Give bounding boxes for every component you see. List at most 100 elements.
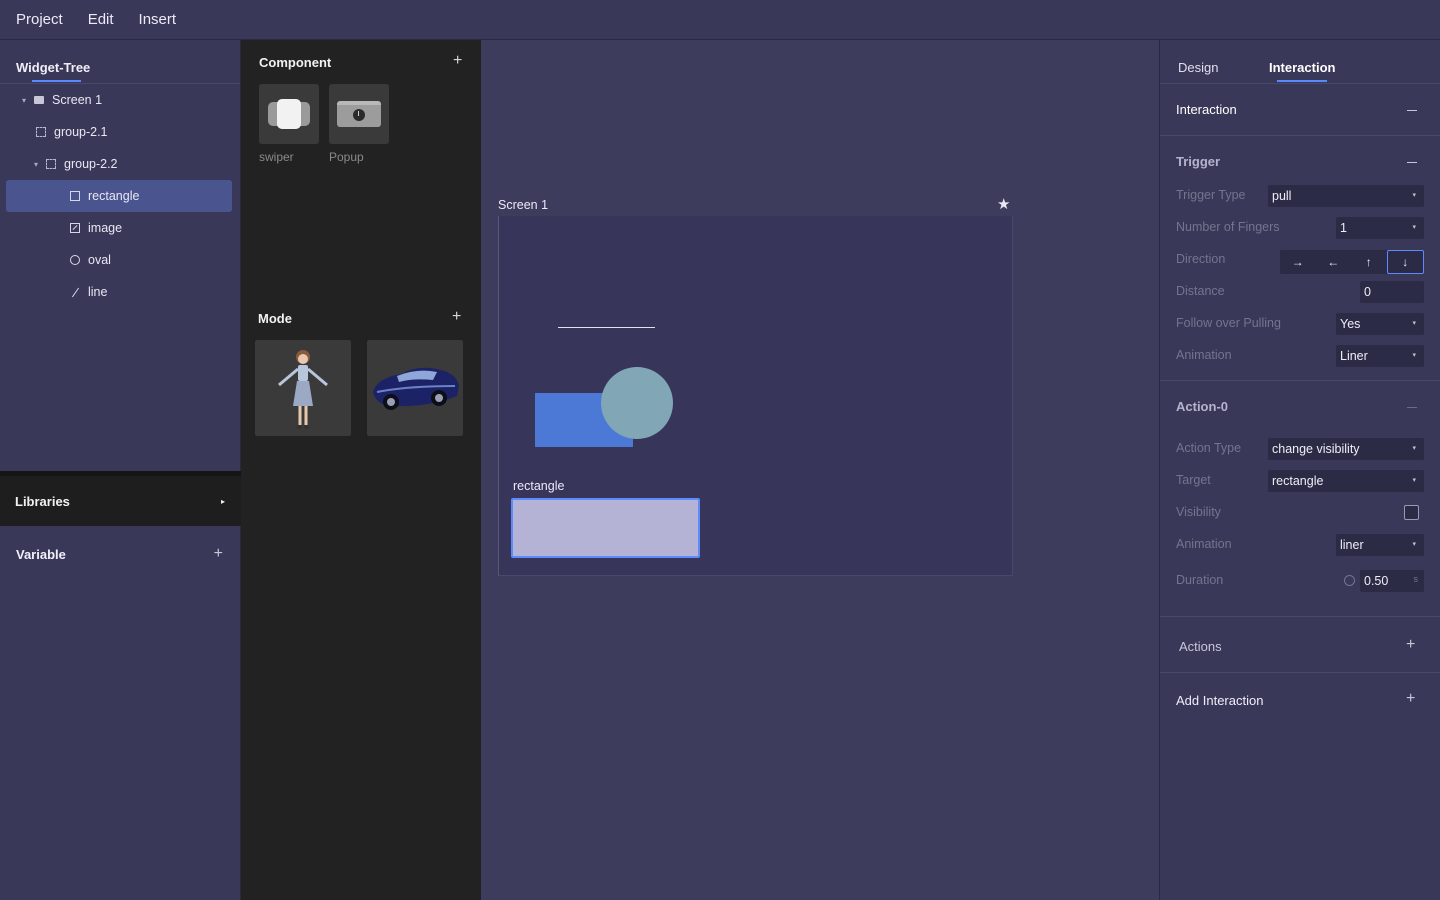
libraries-section[interactable]: Libraries ▸ — [0, 471, 241, 526]
canvas-oval[interactable] — [601, 367, 673, 439]
dropdown-arrow-icon: ▾ — [1412, 352, 1416, 359]
mode-character[interactable] — [255, 340, 351, 436]
variable-label: Variable — [16, 546, 66, 562]
action-type-label: Action Type — [1176, 441, 1242, 455]
component-swiper[interactable] — [259, 84, 319, 144]
dropdown-arrow-icon: ▾ — [1412, 320, 1416, 327]
trigger-type-label: Trigger Type — [1176, 188, 1246, 202]
car-model-icon — [373, 367, 459, 410]
action-type-value: change visibility — [1272, 442, 1360, 456]
duration-unit: s — [1413, 574, 1419, 584]
caret-down-icon[interactable]: ▾ — [22, 96, 32, 105]
action-animation-select[interactable]: liner ▾ — [1336, 534, 1424, 556]
add-action-icon[interactable]: + — [1406, 637, 1415, 653]
add-interaction-icon[interactable]: + — [1406, 691, 1415, 707]
expand-arrow-icon[interactable]: ▸ — [221, 497, 225, 506]
collapse-icon[interactable] — [1407, 110, 1417, 111]
menu-project[interactable]: Project — [16, 11, 63, 28]
widget-tree-title[interactable]: Widget-Tree — [16, 60, 90, 75]
action-type-select[interactable]: change visibility ▾ — [1268, 438, 1424, 460]
direction-left-button[interactable]: ← — [1316, 250, 1352, 274]
duration-value: 0.50 — [1364, 574, 1389, 588]
direction-up-button[interactable]: ↑ — [1351, 250, 1387, 274]
fingers-label: Number of Fingers — [1176, 220, 1280, 234]
follow-value: Yes — [1340, 317, 1361, 331]
swiper-icon — [268, 99, 310, 129]
trigger-animation-select[interactable]: Liner ▾ — [1336, 345, 1424, 367]
tab-interaction[interactable]: Interaction — [1269, 60, 1335, 75]
canvas-line[interactable] — [558, 327, 655, 328]
trigger-type-select[interactable]: pull ▾ — [1268, 185, 1424, 207]
tree-item-rectangle[interactable]: rectangle — [6, 180, 232, 212]
divider — [1160, 672, 1440, 673]
oval-icon — [68, 253, 82, 267]
star-icon[interactable]: ★ — [997, 195, 1010, 213]
distance-value: 0 — [1364, 285, 1371, 299]
widget-tree-header: Widget-Tree — [0, 40, 240, 84]
add-mode-icon[interactable]: + — [452, 308, 461, 326]
follow-label: Follow over Pulling — [1176, 316, 1281, 330]
tree-item-oval[interactable]: oval — [6, 244, 232, 276]
interaction-title: Interaction — [1176, 102, 1237, 117]
mode-car[interactable] — [367, 340, 463, 436]
tree-item-line[interactable]: line — [6, 276, 232, 308]
add-interaction-row[interactable]: Add Interaction + — [1160, 691, 1440, 711]
actions-row[interactable]: Actions + — [1160, 637, 1440, 657]
screen-label[interactable]: Screen 1 — [498, 198, 548, 212]
trigger-animation-value: Liner — [1340, 349, 1368, 363]
component-label: swiper — [259, 150, 294, 164]
target-label: Target — [1176, 473, 1211, 487]
interaction-section-header[interactable]: Interaction — [1160, 100, 1440, 120]
tree-item-label: oval — [88, 253, 111, 267]
follow-select[interactable]: Yes ▾ — [1336, 313, 1424, 335]
action-animation-value: liner — [1340, 538, 1364, 552]
caret-down-icon[interactable]: ▾ — [34, 160, 44, 169]
tree-item-group-2-1[interactable]: group-2.1 — [6, 116, 232, 148]
component-popup[interactable] — [329, 84, 389, 144]
tree-item-label: group-2.2 — [64, 157, 118, 171]
trigger-title: Trigger — [1176, 154, 1221, 169]
divider — [1160, 616, 1440, 617]
dropdown-arrow-icon: ▾ — [1412, 224, 1416, 231]
add-variable-icon[interactable]: + — [214, 546, 223, 562]
panel-tabs: Design Interaction — [1160, 40, 1440, 84]
duration-input[interactable]: 0.50 s — [1360, 570, 1424, 592]
visibility-checkbox[interactable] — [1404, 505, 1419, 520]
component-panel: Component + swiper Popup Mode + — [241, 40, 481, 900]
target-value: rectangle — [1272, 474, 1324, 488]
tree-item-image[interactable]: image — [6, 212, 232, 244]
tree-item-label: line — [88, 285, 108, 299]
variable-section: Variable + — [0, 542, 241, 566]
menu-edit[interactable]: Edit — [88, 11, 114, 28]
tab-design[interactable]: Design — [1178, 60, 1218, 75]
trigger-section-header[interactable]: Trigger — [1160, 152, 1440, 172]
component-label: Popup — [329, 150, 364, 164]
direction-down-button[interactable]: ↓ — [1386, 250, 1424, 274]
divider — [1160, 380, 1440, 381]
add-interaction-label: Add Interaction — [1176, 693, 1264, 708]
fingers-select[interactable]: 1 ▾ — [1336, 217, 1424, 239]
tree-item-group-2-2[interactable]: ▾ group-2.2 — [6, 148, 232, 180]
clock-icon — [1344, 575, 1355, 586]
character-model-icon — [278, 350, 328, 429]
tree-item-label: group-2.1 — [54, 125, 108, 139]
add-component-icon[interactable]: + — [453, 52, 462, 70]
group-icon — [34, 125, 48, 139]
action-section-header[interactable]: Action-0 — [1160, 397, 1440, 417]
distance-input[interactable]: 0 — [1360, 281, 1424, 303]
collapse-icon[interactable] — [1407, 407, 1417, 408]
mode-title: Mode — [258, 311, 292, 326]
line-icon — [68, 285, 82, 299]
tree-item-screen-1[interactable]: ▾ Screen 1 — [6, 84, 232, 116]
popup-icon — [337, 101, 381, 127]
direction-right-button[interactable]: → — [1280, 250, 1316, 274]
properties-panel: Design Interaction Interaction Trigger T… — [1159, 40, 1440, 900]
collapse-icon[interactable] — [1407, 162, 1417, 163]
tree-item-label: image — [88, 221, 123, 235]
action-title: Action-0 — [1176, 399, 1228, 414]
menu-insert[interactable]: Insert — [139, 11, 177, 28]
tree-item-label: Screen 1 — [52, 93, 103, 107]
screen-icon — [32, 93, 46, 107]
canvas-selected-rectangle[interactable] — [511, 498, 700, 558]
target-select[interactable]: rectangle ▾ — [1268, 470, 1424, 492]
